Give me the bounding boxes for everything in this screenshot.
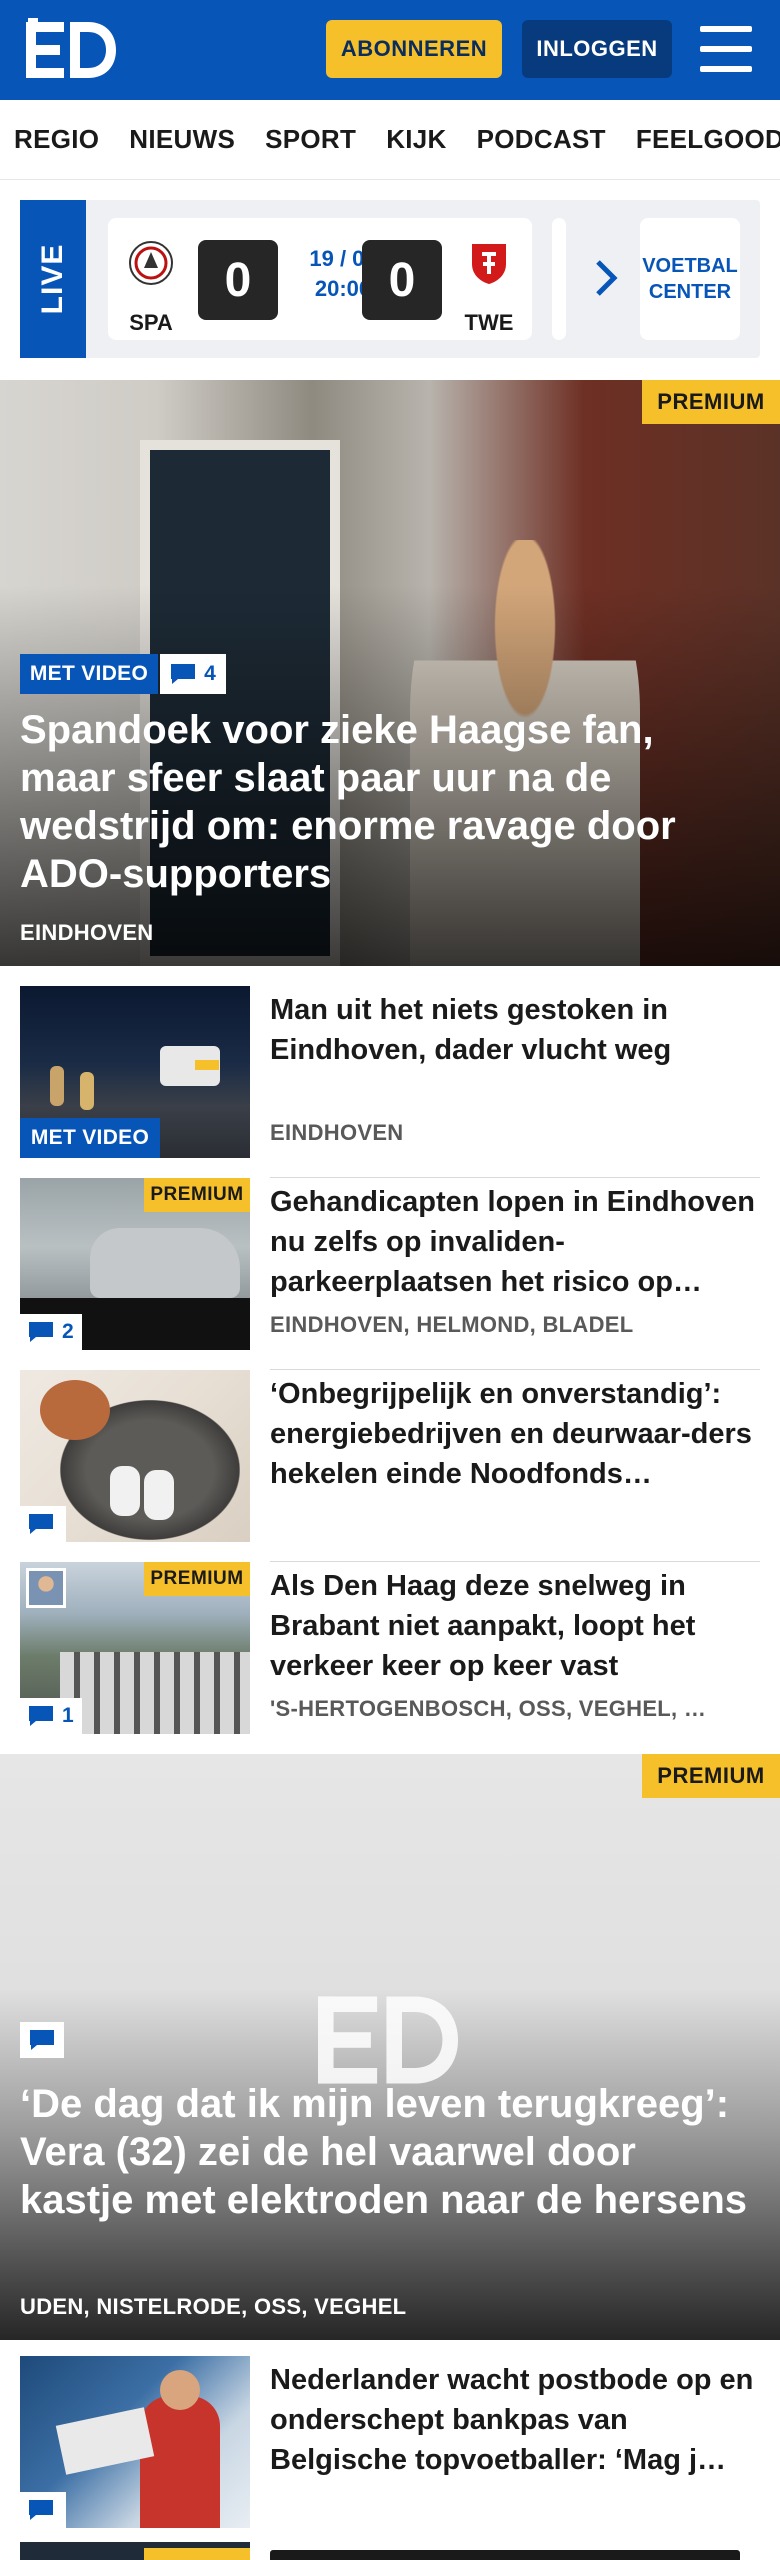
article-item[interactable]: PREMIUM 2 Gehandicapten lopen in Eindhov… — [20, 1178, 760, 1370]
hero-location: EINDHOVEN — [20, 920, 154, 945]
sparta-crest-icon — [129, 241, 173, 285]
nav-item-feelgood[interactable]: FEELGOOD — [636, 124, 780, 155]
twente-crest-icon — [472, 244, 506, 284]
article-item[interactable]: PREMIUM 1 Als Den Haag deze snelweg in B… — [20, 1562, 760, 1734]
hero-headline[interactable]: Spandoek voor zieke Haagse fan, maar sfe… — [20, 706, 720, 898]
premium-badge: PREMIUM — [144, 1562, 250, 1596]
comment-count: 1 — [62, 1704, 74, 1727]
comment-badge — [20, 1506, 66, 1542]
subscribe-button[interactable]: ABONNEREN — [326, 20, 502, 78]
feature-location: UDEN, NISTELRODE, OSS, VEGHEL — [20, 2294, 407, 2319]
article-location: EINDHOVEN, HELMOND, BLADEL — [270, 1312, 634, 1337]
article-item[interactable]: Nederlander wacht postbode op en ondersc… — [20, 2356, 760, 2528]
nav-item-kijk[interactable]: KIJK — [386, 124, 446, 155]
nav-item-podcast[interactable]: PODCAST — [477, 124, 606, 155]
site-header: ABONNEREN INLOGGEN — [0, 0, 780, 100]
comment-bubble-icon — [29, 1706, 53, 1726]
live-label: LIVE — [20, 200, 86, 358]
comment-bubble-icon — [29, 1514, 53, 1534]
article-location: 'S-HERTOGENBOSCH, OSS, VEGHEL, … — [270, 1696, 707, 1721]
article-thumbnail: PREMIUM 1 — [20, 1562, 250, 1734]
premium-badge: PREMIUM — [642, 1754, 780, 1798]
comment-bubble-icon — [29, 2500, 53, 2520]
football-center-link[interactable]: VOETBAL CENTER — [640, 218, 740, 340]
article-headline[interactable]: Als Den Haag deze snelweg in Brabant nie… — [270, 1566, 760, 1686]
comment-count: 2 — [62, 1320, 74, 1343]
premium-badge: PREMIUM — [144, 1178, 250, 1212]
away-team-code: TWE — [464, 310, 514, 335]
away-score: 0 — [362, 240, 442, 320]
premium-badge: PREMIUM — [642, 380, 780, 424]
article-headline-partial[interactable] — [270, 2544, 740, 2560]
article-thumbnail — [20, 1370, 250, 1542]
article-location: EINDHOVEN — [270, 1120, 404, 1145]
comment-bubble-icon — [171, 664, 196, 684]
nav-item-regio[interactable]: REGIO — [14, 124, 99, 155]
article-headline[interactable]: ‘Onbegrijpelijk en onverstandig’: energi… — [270, 1374, 760, 1494]
feature-article[interactable]: PREMIUM ‘De dag dat ik mijn leven terugk… — [0, 1754, 780, 2340]
home-score: 0 — [198, 240, 278, 320]
next-match-card-peek[interactable] — [552, 218, 566, 340]
chevron-right-icon[interactable] — [594, 258, 620, 298]
article-headline[interactable]: Gehandicapten lopen in Eindhoven nu zelf… — [270, 1182, 760, 1302]
article-headline[interactable]: Man uit het niets gestoken in Eindhoven,… — [270, 990, 760, 1070]
comment-bubble-icon — [29, 1322, 53, 1342]
hero-article[interactable]: PREMIUM MET VIDEO 4 Spandoek voor zieke … — [0, 380, 780, 966]
article-headline[interactable]: Nederlander wacht postbode op en ondersc… — [270, 2360, 760, 2480]
comment-count-badge: 2 — [20, 1314, 82, 1350]
video-badge: MET VIDEO — [20, 1118, 160, 1158]
match-card[interactable]: SPA 0 19 / 09 20:00 0 TWE — [108, 218, 532, 340]
section-nav: REGIO NIEUWS SPORT KIJK PODCAST FEELGOOD — [0, 100, 780, 180]
article-item[interactable]: MET VIDEO Man uit het niets gestoken in … — [20, 986, 760, 1178]
home-team-code: SPA — [129, 310, 173, 335]
article-thumbnail — [20, 2356, 250, 2528]
ed-logo-placeholder — [318, 1996, 458, 2084]
comment-count: 4 — [204, 662, 216, 685]
premium-badge-partial — [144, 2548, 250, 2560]
video-badge: MET VIDEO — [20, 654, 158, 694]
ed-logo[interactable] — [26, 18, 116, 82]
feature-headline[interactable]: ‘De dag dat ik mijn leven terugkreeg’: V… — [20, 2080, 760, 2224]
login-button[interactable]: INLOGGEN — [522, 20, 672, 78]
comment-count-badge: 4 — [160, 654, 226, 694]
author-avatar — [26, 1568, 66, 1608]
live-scores-bar: LIVE SPA 0 19 / 09 20:00 0 TWE VOETBAL C… — [20, 200, 760, 358]
article-thumbnail: PREMIUM 2 — [20, 1178, 250, 1350]
comment-bubble-icon — [30, 2030, 54, 2050]
hamburger-menu-icon[interactable] — [700, 26, 752, 72]
article-thumbnail: MET VIDEO — [20, 986, 250, 1158]
comment-badge — [20, 2022, 64, 2058]
nav-item-nieuws[interactable]: NIEUWS — [129, 124, 235, 155]
comment-count-badge: 1 — [20, 1698, 82, 1734]
nav-item-sport[interactable]: SPORT — [265, 124, 356, 155]
comment-badge — [20, 2492, 66, 2528]
article-item[interactable]: ‘Onbegrijpelijk en onverstandig’: energi… — [20, 1370, 760, 1562]
